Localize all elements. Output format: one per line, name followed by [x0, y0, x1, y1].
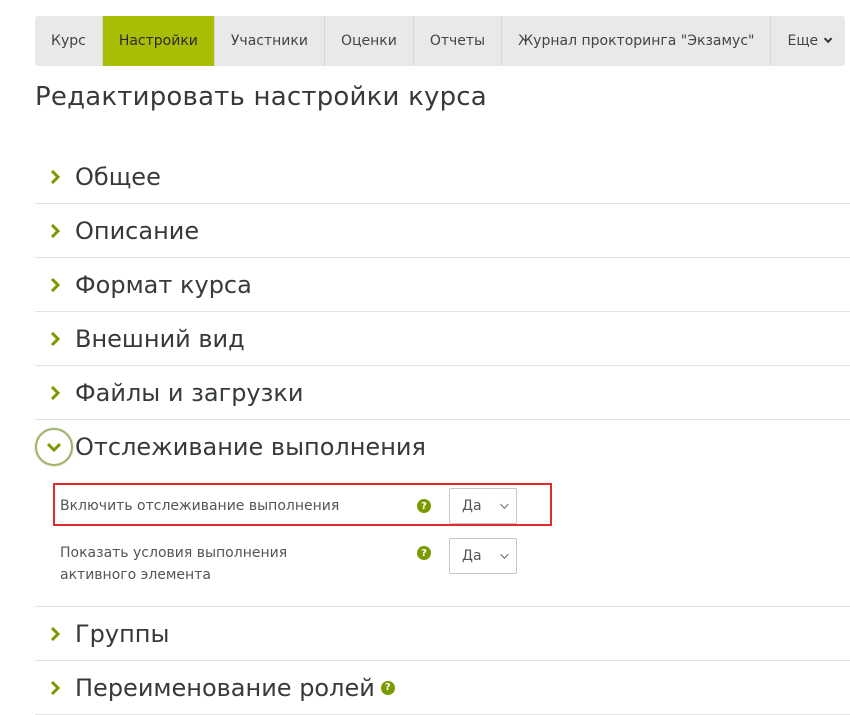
enable-completion-label: Включить отслеживание выполнения — [60, 498, 340, 514]
chevron-right-icon — [35, 265, 75, 305]
show-conditions-row: Показать условия выполнения активного эл… — [55, 538, 550, 586]
enable-completion-select[interactable]: Да — [449, 488, 517, 524]
enable-completion-row: Включить отслеживание выполнения ? Да — [53, 483, 552, 526]
page-title: Редактировать настройки курса — [35, 82, 487, 112]
completion-fields: Включить отслеживание выполнения ? Да По… — [35, 473, 850, 606]
section-general: Общее — [35, 150, 850, 204]
chevron-right-icon — [35, 211, 75, 251]
tab-more[interactable]: Еще — [771, 16, 845, 66]
tab-settings[interactable]: Настройки — [102, 16, 215, 66]
section-title: Формат курса — [75, 270, 252, 299]
section-title: Отслеживание выполнения — [75, 432, 426, 461]
section-title: Группы — [75, 619, 170, 648]
tab-participants[interactable]: Участники — [215, 16, 325, 66]
show-conditions-label: Показать условия выполнения активного эл… — [60, 545, 288, 583]
section-format: Формат курса — [35, 258, 850, 312]
section-files: Файлы и загрузки — [35, 366, 850, 420]
chevron-right-icon — [35, 373, 75, 413]
chevron-right-icon — [35, 614, 75, 654]
select-value: Да — [462, 498, 482, 514]
section-toggle-files[interactable]: Файлы и загрузки — [35, 366, 850, 419]
section-roles: Переименование ролей ? — [35, 661, 850, 715]
section-groups: Группы — [35, 607, 850, 661]
chevron-right-icon — [35, 668, 75, 708]
section-toggle-roles[interactable]: Переименование ролей ? — [35, 661, 850, 714]
settings-sections: Общее Описание Формат курса Внешний вид — [35, 150, 850, 715]
section-toggle-format[interactable]: Формат курса — [35, 258, 850, 311]
section-title: Описание — [75, 216, 200, 245]
section-toggle-appearance[interactable]: Внешний вид — [35, 312, 850, 365]
chevron-down-icon — [824, 34, 833, 44]
tab-course[interactable]: Курс — [35, 16, 103, 66]
section-title: Внешний вид — [75, 324, 245, 353]
section-title: Переименование ролей — [75, 673, 375, 702]
section-toggle-description[interactable]: Описание — [35, 204, 850, 257]
tab-reports[interactable]: Отчеты — [414, 16, 503, 66]
section-toggle-general[interactable]: Общее — [35, 150, 850, 203]
question-circle-icon[interactable]: ? — [417, 546, 431, 560]
section-title: Общее — [75, 162, 161, 191]
tab-grades[interactable]: Оценки — [325, 16, 414, 66]
chevron-right-icon — [35, 319, 75, 359]
section-completion: Отслеживание выполнения Включить отслежи… — [35, 420, 850, 607]
section-toggle-completion[interactable]: Отслеживание выполнения — [35, 420, 850, 473]
question-circle-icon[interactable]: ? — [380, 680, 395, 695]
chevron-right-icon — [35, 157, 75, 197]
chevron-down-icon — [500, 550, 509, 559]
chevron-down-icon — [35, 427, 73, 466]
show-conditions-select[interactable]: Да — [449, 538, 517, 574]
select-value: Да — [462, 548, 482, 564]
chevron-down-icon — [500, 500, 509, 509]
section-title: Файлы и загрузки — [75, 378, 304, 407]
section-description: Описание — [35, 204, 850, 258]
tab-proctoring-journal[interactable]: Журнал прокторинга "Экзамус" — [502, 16, 772, 66]
section-appearance: Внешний вид — [35, 312, 850, 366]
course-nav-tabs: Курс Настройки Участники Оценки Отчеты Ж… — [35, 16, 846, 66]
section-toggle-groups[interactable]: Группы — [35, 607, 850, 660]
question-circle-icon[interactable]: ? — [417, 499, 431, 513]
